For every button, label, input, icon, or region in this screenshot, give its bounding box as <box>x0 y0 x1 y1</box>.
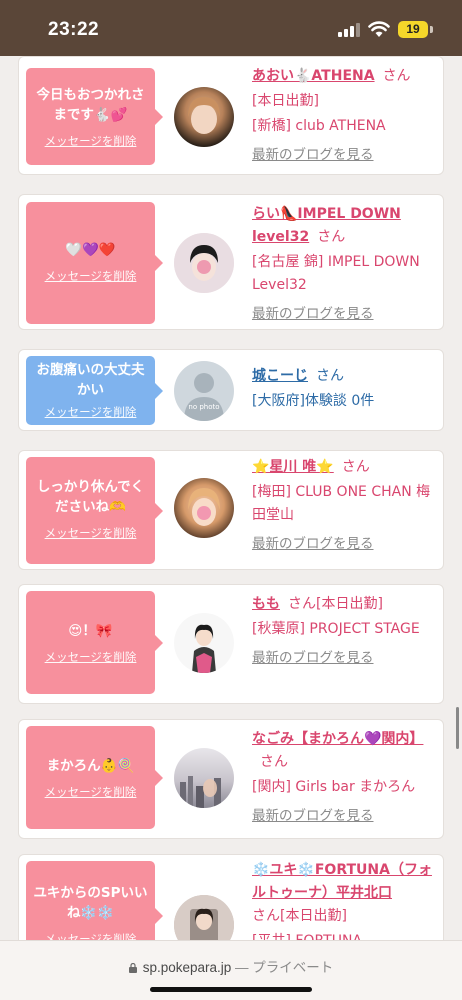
message-text: 😍！🎀 <box>68 623 113 639</box>
message-card: 今日もおつかれさまです🐇💕 メッセージを削除 あおい🐇ATHENA さん [本日出… <box>18 56 444 175</box>
detail-line: [新橋] club ATHENA <box>252 118 386 134</box>
wifi-icon <box>368 21 390 37</box>
honorific: さん[本日出勤] <box>288 596 383 612</box>
message-card: まかろん👶🍭 メッセージを削除 なごみ【まかろん💜関内】さん [関内] Girl… <box>18 719 444 839</box>
avatar[interactable] <box>174 748 234 808</box>
url-domain: sp.pokepara.jp <box>142 960 232 975</box>
profile-info: ⭐星川 唯⭐ さん [梅田] CLUB ONE CHAN 梅田堂山 最新のブログを… <box>252 456 438 556</box>
honorific: さん <box>316 368 344 384</box>
message-card: お腹痛いの大丈夫かい メッセージを削除 no photo 城こーじ さん [大阪府… <box>18 349 444 431</box>
profile-info: 城こーじ さん [大阪府]体験談 0件 <box>252 365 438 413</box>
blog-link[interactable]: 最新のブログを見る <box>252 144 438 167</box>
profile-info: なごみ【まかろん💜関内】さん [関内] Girls bar まかろん 最新のブロ… <box>252 728 438 828</box>
message-bubble: まかろん👶🍭 メッセージを削除 <box>26 726 163 829</box>
detail-line: [大阪府]体験談 0件 <box>252 393 375 409</box>
profile-name-link[interactable]: 城こーじ <box>252 368 308 384</box>
message-bubble: 🤍💜❤️ メッセージを削除 <box>26 202 163 324</box>
svg-text:no photo: no photo <box>188 403 219 411</box>
avatar[interactable]: no photo <box>174 361 234 421</box>
honorific: さん[本日出勤] <box>252 908 347 924</box>
message-text: まかろん👶🍭 <box>46 758 135 774</box>
delete-message-link[interactable]: メッセージを削除 <box>26 649 155 665</box>
detail-line: [本日出勤] <box>252 93 319 109</box>
message-text: 🤍💜❤️ <box>65 242 116 258</box>
honorific: さん <box>382 68 411 84</box>
url-text[interactable]: sp.pokepara.jp — プライベート <box>0 956 462 976</box>
message-bubble: しっかり休んでくださいね🫶 メッセージを削除 <box>26 457 163 564</box>
avatar[interactable] <box>174 613 234 673</box>
avatar[interactable] <box>174 478 234 538</box>
message-card: しっかり休んでくださいね🫶 メッセージを削除 ⭐星川 唯⭐ さん [梅田] CLU… <box>18 450 444 570</box>
battery-tip <box>430 26 433 33</box>
blog-link[interactable]: 最新のブログを見る <box>252 533 438 556</box>
message-bubble: 😍！🎀 メッセージを削除 <box>26 591 163 694</box>
profile-name-link[interactable]: あおい🐇ATHENA <box>252 68 375 84</box>
home-indicator[interactable] <box>150 987 312 992</box>
blog-link[interactable]: 最新のブログを見る <box>252 303 438 326</box>
delete-message-link[interactable]: メッセージを削除 <box>26 404 155 420</box>
message-card: 🤍💜❤️ メッセージを削除 らい👠IMPEL DOWN level32 さん [名… <box>18 194 444 330</box>
detail-line: [梅田] CLUB ONE CHAN 梅田堂山 <box>252 484 431 523</box>
profile-info: ❄️ユキ❄️FORTUNA（フォルトゥーナ）平井北口さん[本日出勤] [平井] … <box>252 859 438 953</box>
message-bubble: 今日もおつかれさまです🐇💕 メッセージを削除 <box>26 68 163 165</box>
delete-message-link[interactable]: メッセージを削除 <box>26 268 155 284</box>
honorific: さん <box>260 754 288 770</box>
detail-line: [名古屋 錦] IMPEL DOWN Level32 <box>252 254 420 293</box>
delete-message-link[interactable]: メッセージを削除 <box>26 784 155 800</box>
blog-link[interactable]: 最新のブログを見る <box>252 647 438 670</box>
honorific: さん <box>317 229 346 245</box>
detail-line: [関内] Girls bar まかろん <box>252 779 416 795</box>
message-text: お腹痛いの大丈夫かい <box>36 362 145 398</box>
message-card: 😍！🎀 メッセージを削除 もも さん[本日出勤] [秋葉原] PROJECT ST… <box>18 584 444 704</box>
message-bubble: お腹痛いの大丈夫かい メッセージを削除 <box>26 356 163 425</box>
url-suffix: — プライベート <box>231 960 334 975</box>
detail-line: [秋葉原] PROJECT STAGE <box>252 621 420 637</box>
scrollbar[interactable] <box>456 707 459 749</box>
profile-info: らい👠IMPEL DOWN level32 さん [名古屋 錦] IMPEL DO… <box>252 203 438 326</box>
profile-info: もも さん[本日出勤] [秋葉原] PROJECT STAGE 最新のブログを見る <box>252 593 438 670</box>
message-text: 今日もおつかれさまです🐇💕 <box>36 87 145 123</box>
battery-icon: 19 <box>398 21 428 38</box>
profile-name-link[interactable]: ⭐星川 唯⭐ <box>252 459 334 475</box>
lock-icon <box>128 963 137 973</box>
message-text: しっかり休んでくださいね🫶 <box>36 479 145 515</box>
honorific: さん <box>341 459 370 475</box>
status-time: 23:22 <box>48 19 100 40</box>
status-bar: 23:22 19 <box>0 0 462 56</box>
profile-info: あおい🐇ATHENA さん [本日出勤] [新橋] club ATHENA 最新の… <box>252 65 438 167</box>
blog-link[interactable]: 最新のブログを見る <box>252 805 438 828</box>
delete-message-link[interactable]: メッセージを削除 <box>26 133 155 149</box>
message-text: ユキからのSPいいね❄️❄️ <box>33 885 148 921</box>
avatar[interactable] <box>174 87 234 147</box>
cellular-signal-icon <box>338 23 360 37</box>
url-bar[interactable]: sp.pokepara.jp — プライベート <box>0 940 462 1000</box>
avatar[interactable] <box>174 233 234 293</box>
delete-message-link[interactable]: メッセージを削除 <box>26 525 155 541</box>
profile-name-link[interactable]: なごみ【まかろん💜関内】 <box>252 731 423 747</box>
profile-name-link[interactable]: もも <box>252 596 280 612</box>
profile-name-link[interactable]: ❄️ユキ❄️FORTUNA（フォルトゥーナ）平井北口 <box>252 862 432 901</box>
